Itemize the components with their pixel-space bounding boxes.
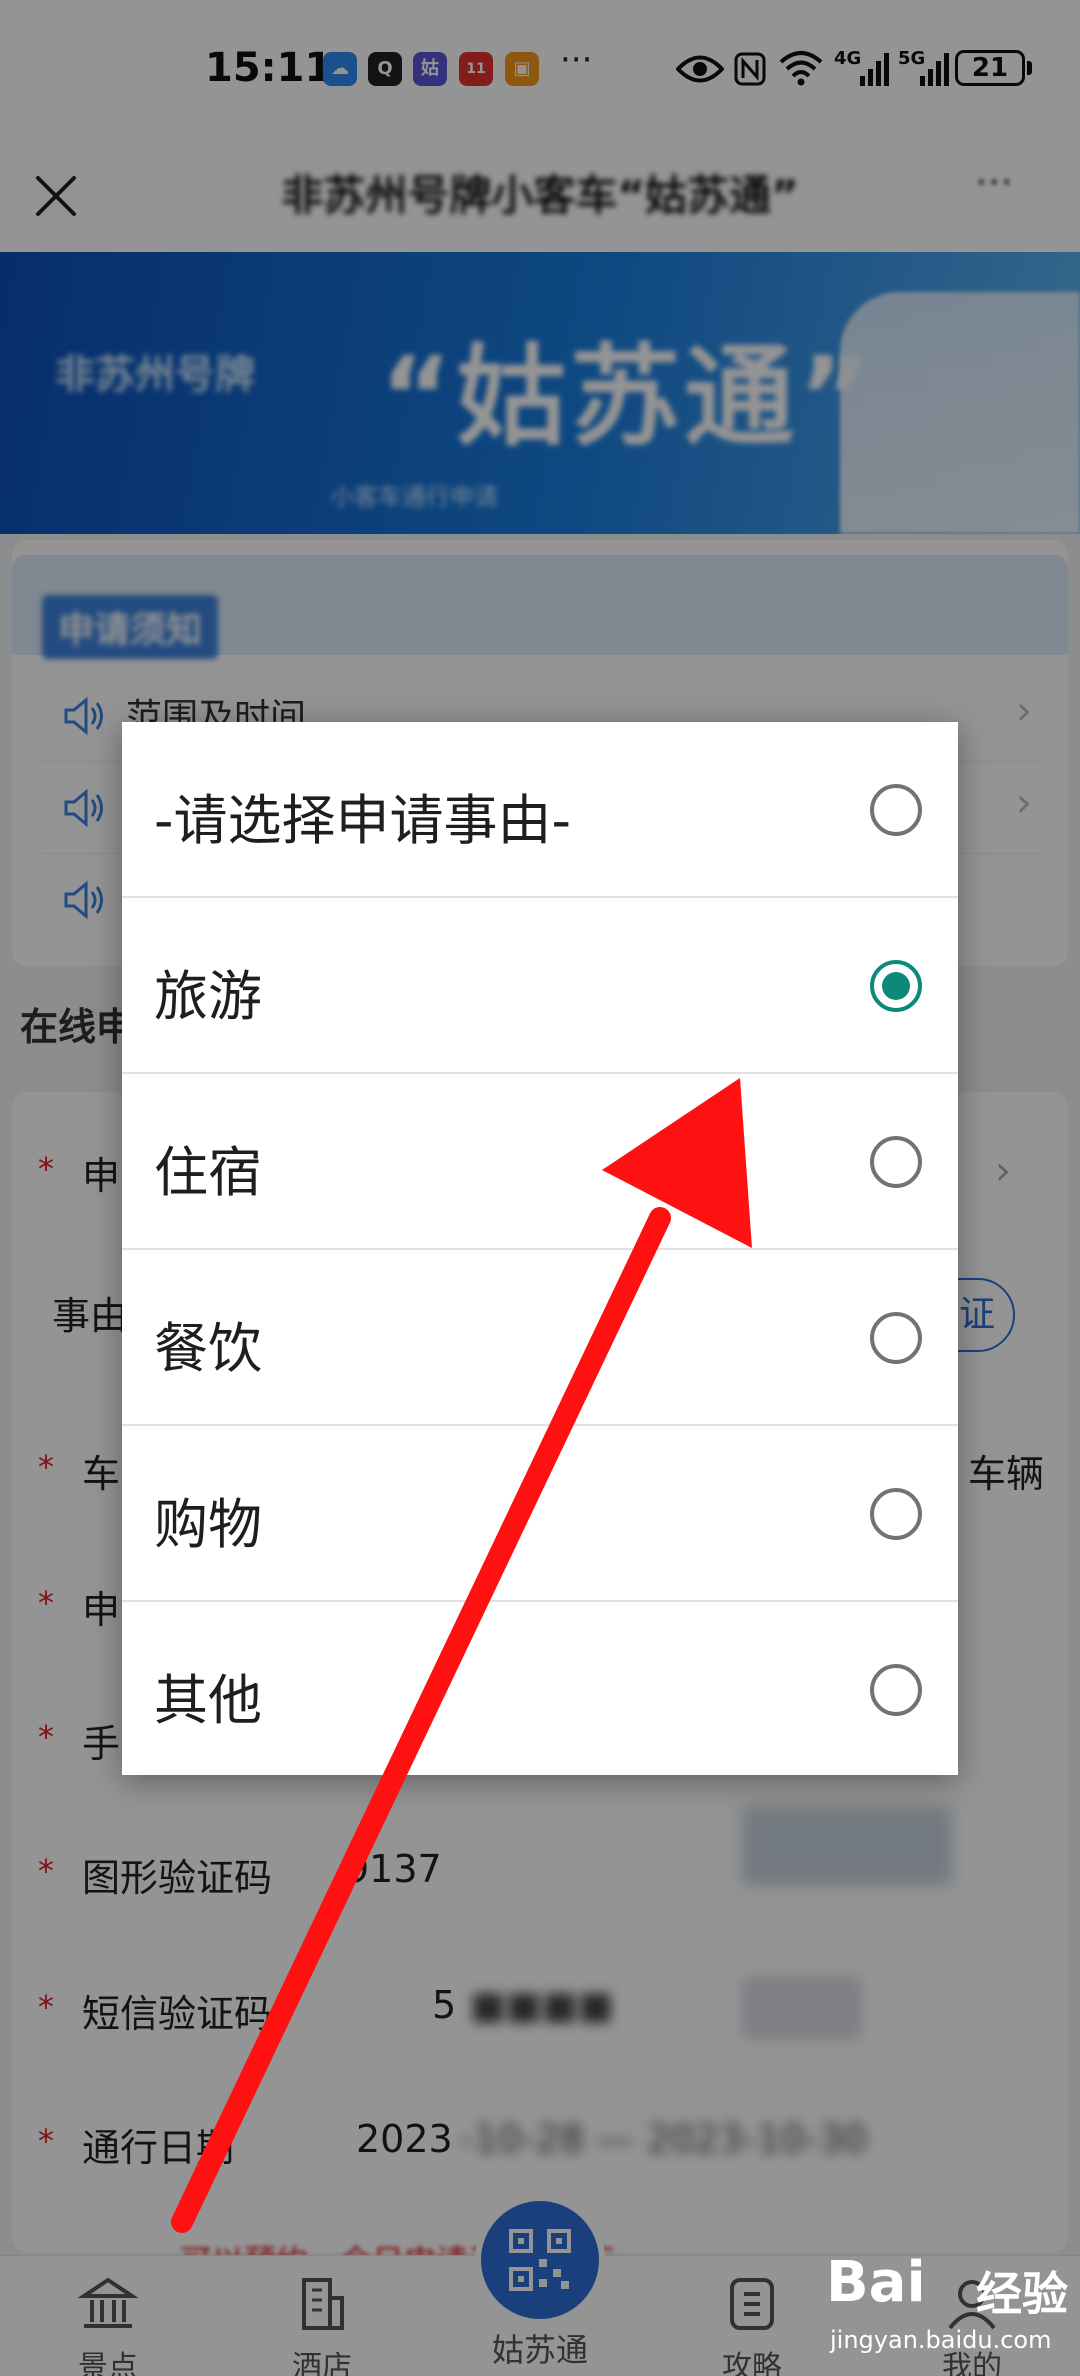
watermark-url: jingyan.baidu.com [830, 2326, 1052, 2354]
radio-unchecked-icon[interactable] [870, 1488, 922, 1540]
reason-option[interactable]: 旅游 [122, 898, 958, 1074]
watermark-logo: Bai [826, 2250, 926, 2315]
reason-select-dialog: -请选择申请事由- 旅游 住宿 餐饮 购物 其他 [122, 722, 958, 1775]
reason-option-label: 其他 [154, 1669, 262, 1732]
radio-unchecked-icon[interactable] [870, 1664, 922, 1716]
reason-option[interactable]: -请选择申请事由- [122, 722, 958, 898]
reason-option-label: -请选择申请事由- [154, 789, 571, 852]
reason-option[interactable]: 其他 [122, 1602, 958, 1778]
reason-option-label: 购物 [154, 1493, 262, 1556]
reason-option-label: 住宿 [154, 1141, 262, 1204]
watermark-text: 经验 [976, 2267, 1068, 2321]
reason-option[interactable]: 餐饮 [122, 1250, 958, 1426]
watermark: Bai 经验 jingyan.baidu.com [826, 2250, 1076, 2370]
radio-unchecked-icon[interactable] [870, 1312, 922, 1364]
reason-option[interactable]: 购物 [122, 1426, 958, 1602]
reason-option[interactable]: 住宿 [122, 1074, 958, 1250]
radio-checked-icon[interactable] [870, 960, 922, 1012]
radio-unchecked-icon[interactable] [870, 1136, 922, 1188]
reason-option-label: 餐饮 [154, 1317, 262, 1380]
radio-unchecked-icon[interactable] [870, 784, 922, 836]
reason-option-label: 旅游 [154, 965, 262, 1028]
